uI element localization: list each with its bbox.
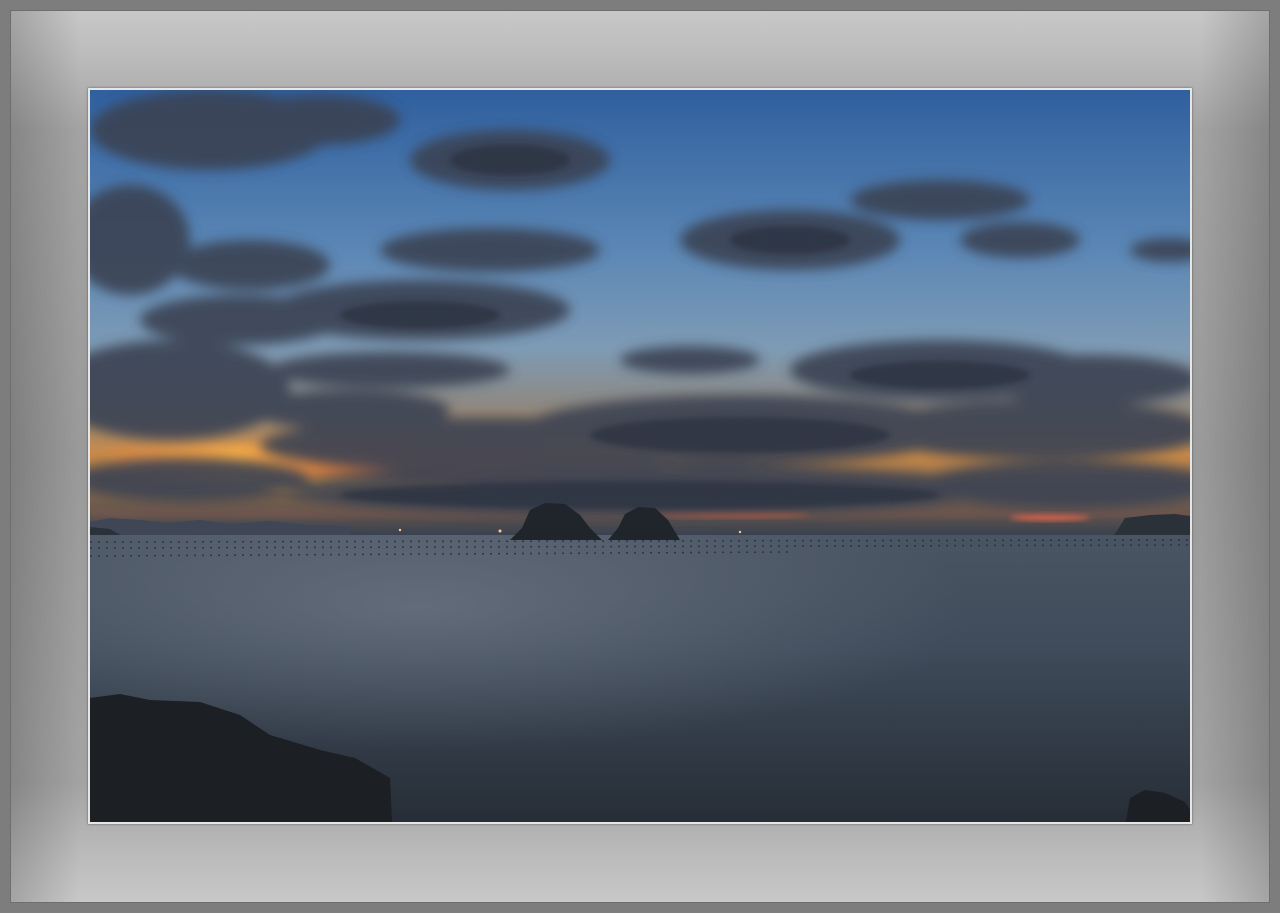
photograph (90, 90, 1190, 822)
outer-frame (0, 0, 1280, 913)
sunset-seascape-image (90, 90, 1190, 822)
